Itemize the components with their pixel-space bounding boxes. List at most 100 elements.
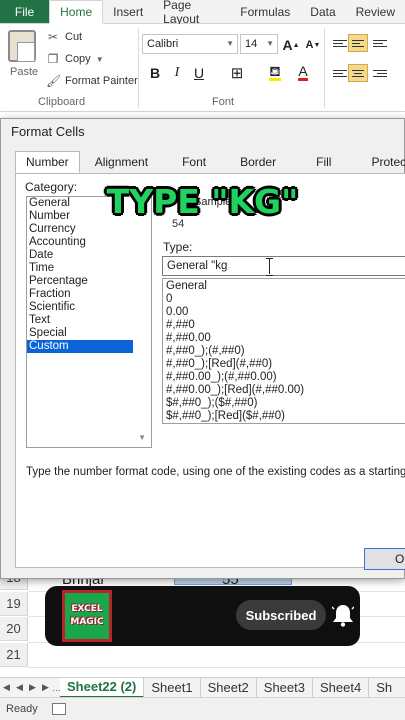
category-item[interactable]: Special <box>27 327 151 340</box>
font-size-select[interactable]: 14 ▼ <box>240 34 278 54</box>
prev-sheet-icon[interactable]: ◀ <box>13 682 26 693</box>
decrease-font-icon[interactable]: A ▼ <box>304 36 322 54</box>
row-header[interactable]: 20 <box>0 617 28 641</box>
paste-button-label[interactable]: Paste <box>10 66 38 78</box>
format-code-item[interactable]: 0.00 <box>163 306 405 319</box>
align-left-icon[interactable] <box>330 64 350 82</box>
sheet-tab-active[interactable]: Sheet22 (2) <box>60 677 145 698</box>
status-bar: Ready <box>0 697 405 720</box>
logo-text: EXCEL <box>71 604 103 614</box>
format-code-item[interactable]: #,##0.00_);[Red](#,##0.00) <box>163 384 405 397</box>
tab-number[interactable]: Number <box>15 151 80 173</box>
macro-record-icon[interactable] <box>51 703 66 715</box>
align-top-icon[interactable] <box>330 34 350 52</box>
sheet-tab[interactable]: Sh <box>369 678 399 698</box>
italic-button[interactable]: I <box>168 64 186 82</box>
cut-button[interactable]: ✂ Cut <box>46 30 82 44</box>
format-code-item[interactable]: General <box>163 280 405 293</box>
category-item[interactable]: Scientific <box>27 301 151 314</box>
row-header[interactable]: 21 <box>0 643 28 667</box>
format-code-item[interactable]: #,##0_);[Red](#,##0) <box>163 358 405 371</box>
bell-icon[interactable] <box>332 603 354 627</box>
help-text: Type the number format code, using one o… <box>26 466 405 478</box>
category-item[interactable]: Text <box>27 314 151 327</box>
tab-data[interactable]: Data <box>300 0 345 23</box>
format-code-item[interactable]: #,##0_);(#,##0) <box>163 345 405 358</box>
borders-icon[interactable]: ⊞ <box>228 64 246 82</box>
format-code-item[interactable]: 0 <box>163 293 405 306</box>
category-item[interactable]: Fraction <box>27 288 151 301</box>
category-item[interactable]: Accounting <box>27 236 151 249</box>
underline-button[interactable]: U <box>190 64 208 82</box>
format-painter-label: Format Painter <box>65 75 138 87</box>
tab-home[interactable]: Home <box>49 0 104 24</box>
category-item[interactable]: Currency <box>27 223 151 236</box>
tab-file[interactable]: File <box>0 0 50 23</box>
row-header[interactable]: 19 <box>0 592 28 616</box>
category-item-selected[interactable]: Custom <box>27 340 133 353</box>
status-ready: Ready <box>6 703 38 715</box>
chevron-down-icon: ▼ <box>266 39 274 48</box>
clipboard-group-label: Clipboard <box>38 96 86 108</box>
ribbon-separator <box>138 28 139 108</box>
category-item[interactable]: Date <box>27 249 151 262</box>
first-sheet-icon[interactable]: ◀ <box>0 682 13 693</box>
format-code-item[interactable]: $#,##0_);($#,##0) <box>163 397 405 410</box>
ok-button[interactable]: OK <box>364 548 405 570</box>
category-list[interactable]: General Number Currency Accounting Date … <box>26 196 152 448</box>
copy-icon: ❐ <box>47 52 59 66</box>
scissors-icon: ✂ <box>47 30 59 44</box>
type-label: Type: <box>163 240 193 254</box>
ribbon-separator <box>324 28 325 108</box>
align-center-icon[interactable] <box>348 64 368 82</box>
tab-insert[interactable]: Insert <box>103 0 153 23</box>
align-middle-icon[interactable] <box>348 34 368 52</box>
sheet-tab[interactable]: Sheet4 <box>313 677 370 698</box>
tab-formulas[interactable]: Formulas <box>230 0 300 23</box>
sheet-tab[interactable]: Sheet3 <box>257 677 313 698</box>
dialog-tabs: Number Alignment Font Border Fill Protec… <box>15 151 405 173</box>
paintbrush-icon: 🖌 <box>46 74 62 88</box>
format-code-item[interactable]: #,##0 <box>163 319 405 332</box>
fill-color-icon[interactable]: ⛾ <box>266 64 284 82</box>
channel-logo: EXCEL MAGIC <box>62 590 112 642</box>
category-item[interactable]: Time <box>27 262 151 275</box>
more-sheets-icon[interactable]: … <box>52 683 61 693</box>
tab-border[interactable]: Border <box>229 151 287 173</box>
tab-fill[interactable]: Fill <box>305 151 342 173</box>
format-code-item[interactable]: $#,##0_);[Red]($#,##0) <box>163 410 405 423</box>
tab-protection[interactable]: Protection <box>360 151 405 173</box>
format-code-item[interactable]: #,##0.00 <box>163 332 405 345</box>
tab-font[interactable]: Font <box>171 151 217 173</box>
ribbon-tab-bar: File Home Insert Page Layout Formulas Da… <box>0 0 405 26</box>
copy-button[interactable]: ❐ Copy ▼ <box>46 52 104 66</box>
tab-page-layout[interactable]: Page Layout <box>153 0 230 26</box>
paste-icon[interactable] <box>8 30 36 62</box>
font-name-value: Calibri <box>147 38 179 50</box>
align-right-icon[interactable] <box>370 64 390 82</box>
increase-font-icon[interactable]: A ▲ <box>282 36 300 54</box>
cut-label: Cut <box>65 31 83 43</box>
next-sheet-icon[interactable]: ▶ <box>26 682 39 693</box>
font-size-value: 14 <box>245 38 258 50</box>
last-sheet-icon[interactable]: ▶ <box>39 682 52 693</box>
format-painter-button[interactable]: 🖌 Format Painter <box>46 74 138 88</box>
text-cursor-icon <box>266 256 274 276</box>
copy-label: Copy <box>65 53 91 65</box>
sheet-tab[interactable]: Sheet1 <box>144 677 201 698</box>
subscribed-button[interactable]: Subscribed <box>236 600 326 630</box>
tab-review[interactable]: Review <box>346 0 405 23</box>
font-color-icon[interactable]: A <box>294 64 312 82</box>
type-input[interactable]: General "kg <box>162 256 405 276</box>
logo-text: MAGIC <box>70 617 104 627</box>
align-bottom-icon[interactable] <box>370 34 390 52</box>
category-item[interactable]: Percentage <box>27 275 151 288</box>
tab-alignment[interactable]: Alignment <box>84 151 159 173</box>
scroll-down-icon[interactable]: ▼ <box>138 433 146 442</box>
sheet-tab[interactable]: Sheet2 <box>201 677 257 698</box>
format-code-list[interactable]: General 0 0.00 #,##0 #,##0.00 #,##0_);(#… <box>162 278 405 424</box>
format-code-item[interactable]: #,##0.00_);(#,##0.00) <box>163 371 405 384</box>
bold-button[interactable]: B <box>146 64 164 82</box>
grid-line <box>28 667 405 668</box>
font-name-select[interactable]: Calibri ▼ <box>142 34 238 54</box>
